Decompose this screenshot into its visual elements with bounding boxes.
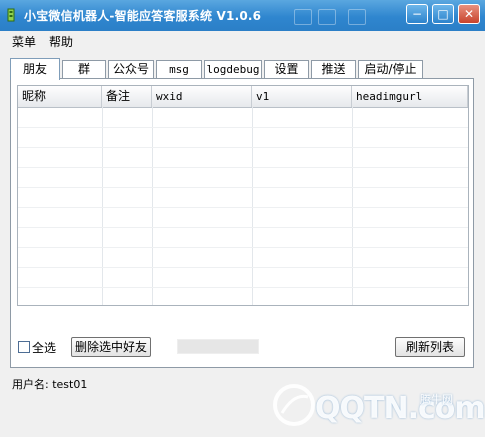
menu-item-menu[interactable]: 菜单 <box>12 33 36 50</box>
minimize-button[interactable]: − <box>406 4 428 24</box>
row-divider <box>18 167 468 168</box>
delete-selected-friends-button[interactable]: 删除选中好友 <box>71 337 151 357</box>
column-header-headimgurl[interactable]: headimgurl <box>352 86 468 107</box>
tab-official-accounts[interactable]: 公众号 <box>108 60 154 79</box>
app-icon <box>7 8 15 22</box>
help-icon <box>348 9 366 25</box>
row-divider <box>18 207 468 208</box>
row-divider <box>18 267 468 268</box>
checkbox-box[interactable] <box>18 341 30 353</box>
table-body <box>18 107 468 305</box>
tab-start-stop[interactable]: 启动/停止 <box>358 60 423 79</box>
watermark-badge: 腾牛网 <box>420 393 453 406</box>
menu-bar: 菜单 帮助 <box>0 31 485 51</box>
tab-push[interactable]: 推送 <box>311 60 356 79</box>
username-status: 用户名: test01 <box>12 378 88 391</box>
window-title: 小宝微信机器人-智能应答客服系统 V1.0.6 <box>24 9 262 23</box>
row-divider <box>18 227 468 228</box>
row-divider <box>18 147 468 148</box>
select-all-label: 全选 <box>32 341 57 355</box>
row-divider <box>18 287 468 288</box>
column-header-nickname[interactable]: 昵称 <box>18 86 102 107</box>
column-header-wxid[interactable]: wxid <box>152 86 252 107</box>
tab-friends[interactable]: 朋友 <box>10 58 60 80</box>
watermark-logo-icon <box>273 384 315 426</box>
title-bar[interactable]: 小宝微信机器人-智能应答客服系统 V1.0.6 − □ ✕ <box>0 0 485 31</box>
refresh-list-button[interactable]: 刷新列表 <box>395 337 465 357</box>
friends-panel: 昵称 备注 wxid v1 headimgurl <box>10 78 474 368</box>
row-divider <box>18 187 468 188</box>
table-header: 昵称 备注 wxid v1 headimgurl <box>18 86 468 108</box>
toolbar-icon <box>318 9 336 25</box>
maximize-button[interactable]: □ <box>432 4 454 24</box>
progress-bar <box>177 339 259 354</box>
close-button[interactable]: ✕ <box>458 4 480 24</box>
watermark-logo-text: QQTN.com <box>315 391 485 426</box>
tab-settings[interactable]: 设置 <box>264 60 309 79</box>
friends-table[interactable]: 昵称 备注 wxid v1 headimgurl <box>17 85 469 306</box>
toolbar-icon <box>294 9 312 25</box>
row-divider <box>18 127 468 128</box>
tab-msg[interactable]: msg <box>156 60 202 79</box>
row-divider <box>18 247 468 248</box>
column-header-v1[interactable]: v1 <box>252 86 352 107</box>
menu-item-help[interactable]: 帮助 <box>49 33 73 50</box>
tab-logdebug[interactable]: logdebug <box>204 60 262 79</box>
tab-groups[interactable]: 群 <box>62 60 106 79</box>
column-header-remark[interactable]: 备注 <box>102 86 152 107</box>
